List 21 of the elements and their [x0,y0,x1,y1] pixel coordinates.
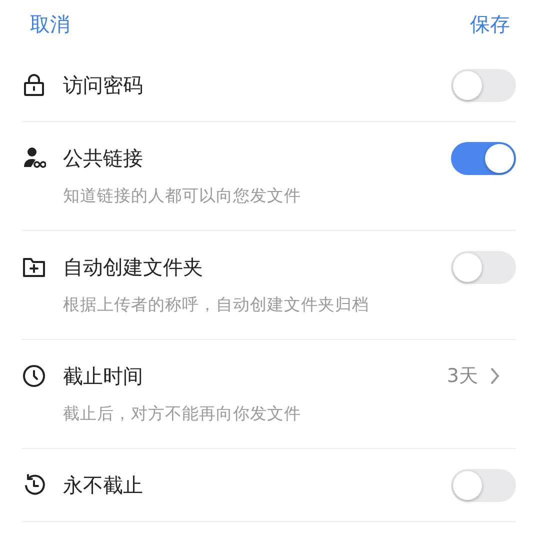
toggle-switch[interactable] [451,68,516,102]
person-link-icon [22,146,46,170]
history-icon [22,473,46,497]
lock-icon [22,73,46,97]
setting-title: 截止时间 [63,362,143,390]
toggle-switch[interactable] [451,250,516,284]
clock-icon [22,364,46,388]
setting-value[interactable]: 3天 [446,363,478,389]
chevron-right-icon [490,367,500,385]
setting-title: 访问密码 [63,72,143,98]
setting-title: 自动创建文件夹 [63,254,203,280]
toggle-switch[interactable] [451,468,516,502]
folder-plus-icon [22,255,46,279]
setting-description: 截止后，对方不能再向你发文件 [63,403,302,425]
setting-title: 永不截止 [63,472,143,498]
setting-title: 公共链接 [63,144,143,172]
save-button[interactable]: 保存 [470,11,510,38]
toggle-switch[interactable] [451,142,516,174]
cancel-button[interactable]: 取消 [30,11,70,38]
setting-description: 根据上传者的称呼，自动创建文件夹归档 [63,294,370,316]
setting-description: 知道链接的人都可以向您发文件 [63,185,302,207]
